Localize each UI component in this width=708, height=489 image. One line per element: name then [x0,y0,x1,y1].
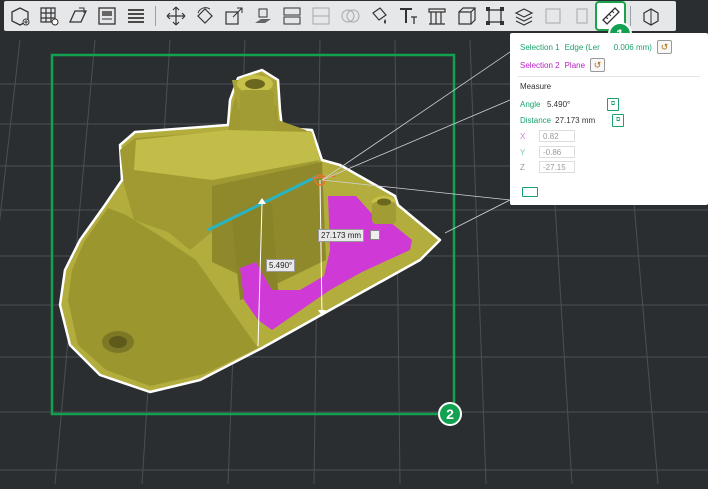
rotate-icon[interactable] [191,3,218,29]
cut-icon[interactable] [307,3,334,29]
move-icon[interactable] [162,3,189,29]
selection-2-label: Selection 2 [520,60,560,70]
toolbar-divider [155,6,156,26]
angle-row: Angle 5.490° ⧉ [520,98,619,111]
selection-1-row: Selection 1 Edge (Ler 0.006 mm) ↺ [520,40,672,54]
z-row: Z -27.15 [520,161,575,173]
selection-1-value-tail: 0.006 mm) [613,42,652,52]
measure-heading: Measure [520,82,552,91]
selection-1-value: Edge (Ler [564,42,600,52]
add-plate-icon[interactable] [6,3,33,29]
angle-annotation: 5.490° [266,259,296,272]
distance-row: Distance 27.173 mm ⧉ [520,114,625,127]
distance-annotation: 27.173 mm [318,229,365,242]
fit-icon[interactable] [481,3,508,29]
layers-icon[interactable] [122,3,149,29]
y-label: Y [520,147,526,157]
reset-selection-2-icon[interactable]: ↺ [590,58,606,72]
main-toolbar [4,1,676,31]
assembly-icon[interactable] [637,3,664,29]
arrange-grid-icon[interactable] [35,3,62,29]
distance-value: 27.173 mm [555,116,596,125]
z-value-field[interactable]: -27.15 [539,161,575,173]
x-value-field[interactable]: 0.82 [539,130,575,142]
angle-label: Angle [520,100,541,109]
keyboard-shortcuts-icon[interactable] [522,187,538,197]
step-badge-2: 2 [438,402,462,426]
panel-divider [518,76,700,77]
distance-copy-icon[interactable] [370,230,380,240]
x-row: X 0.82 [520,130,575,142]
simplify-icon[interactable] [568,3,595,29]
selection-2-row: Selection 2 Plane ↺ [520,58,606,72]
z-label: Z [520,162,525,172]
place-on-face-icon[interactable] [249,3,276,29]
paint-icon[interactable] [365,3,392,29]
split-icon[interactable] [278,3,305,29]
copy-distance-icon[interactable]: ⧉ [612,114,625,127]
scale-icon[interactable] [220,3,247,29]
emboss-icon[interactable] [539,3,566,29]
toolbar-divider [630,6,631,26]
layout-icon[interactable] [93,3,120,29]
distance-label: Distance [520,116,552,125]
x-label: X [520,131,526,141]
y-value-field[interactable]: -0.86 [539,146,575,158]
selection-1-label: Selection 1 [520,42,560,52]
boolean-icon[interactable] [336,3,363,29]
selection-2-value: Plane [564,60,586,70]
support-icon[interactable] [423,3,450,29]
slice-icon[interactable] [510,3,537,29]
reset-selection-1-icon[interactable]: ↺ [656,40,672,54]
box-icon[interactable] [452,3,479,29]
angle-value: 5.490° [547,100,571,109]
orient-icon[interactable] [64,3,91,29]
text-icon[interactable] [394,3,421,29]
copy-angle-icon[interactable]: ⧉ [607,98,619,111]
measure-panel: Selection 1 Edge (Ler 0.006 mm) ↺ Select… [510,33,708,205]
y-row: Y -0.86 [520,146,575,158]
